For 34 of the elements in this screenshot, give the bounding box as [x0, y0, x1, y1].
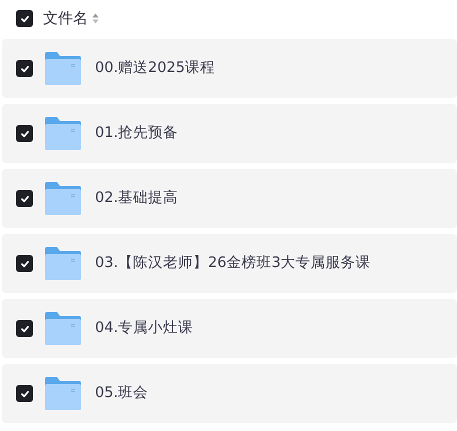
folder-row[interactable]: 04.专属小灶课 — [2, 299, 457, 358]
folder-row[interactable]: 00.赠送2025课程 — [2, 39, 457, 98]
folder-name[interactable]: 04.专属小灶课 — [95, 318, 194, 340]
checkbox[interactable] — [16, 10, 33, 27]
folder-name[interactable]: 02.基础提高 — [95, 188, 178, 210]
check-icon — [20, 194, 30, 204]
sort-icon[interactable] — [92, 13, 99, 24]
folder-icon — [45, 312, 81, 345]
checkbox[interactable] — [16, 60, 33, 77]
folder-row[interactable]: 02.基础提高 — [2, 169, 457, 228]
folder-icon — [45, 377, 81, 410]
folder-name[interactable]: 05.班会 — [95, 382, 148, 404]
checkbox[interactable] — [16, 320, 33, 337]
checkbox[interactable] — [16, 125, 33, 142]
checkbox[interactable] — [16, 385, 33, 402]
folder-icon — [45, 52, 81, 85]
folder-row[interactable]: 01.抢先预备 — [2, 104, 457, 163]
checkbox[interactable] — [16, 255, 33, 272]
check-icon — [20, 128, 30, 138]
folder-name[interactable]: 03.【陈汉老师】26金榜班3大专属服务课 — [95, 252, 371, 274]
folder-row[interactable]: 03.【陈汉老师】26金榜班3大专属服务课 — [2, 234, 457, 293]
checkbox[interactable] — [16, 190, 33, 207]
folder-name[interactable]: 00.赠送2025课程 — [95, 58, 215, 80]
check-icon — [20, 14, 30, 24]
folder-row[interactable]: 05.班会 — [2, 364, 457, 423]
folder-icon — [45, 247, 81, 280]
folder-icon — [45, 182, 81, 215]
check-icon — [20, 258, 30, 268]
column-header[interactable]: 文件名 — [43, 7, 88, 30]
check-icon — [20, 324, 30, 334]
folder-name[interactable]: 01.抢先预备 — [95, 122, 178, 144]
check-icon — [20, 64, 30, 74]
check-icon — [20, 388, 30, 398]
folder-icon — [45, 117, 81, 150]
